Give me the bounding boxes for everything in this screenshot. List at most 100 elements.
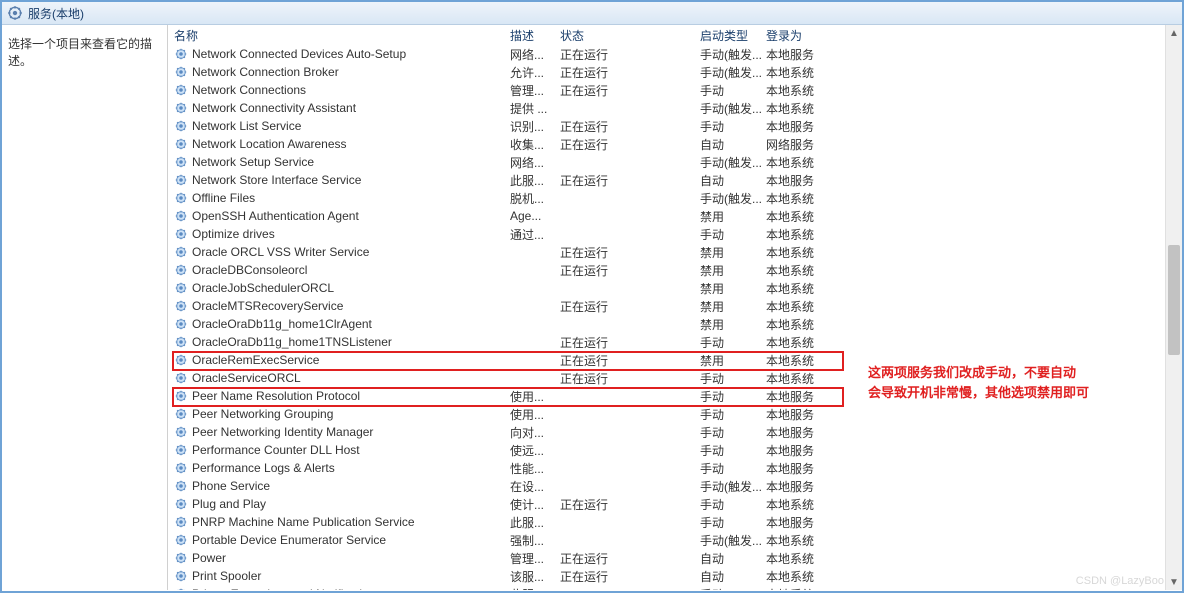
service-status: 正在运行 <box>560 568 700 585</box>
service-desc: 此服... <box>510 586 560 591</box>
service-logon: 本地系统 <box>766 298 846 315</box>
service-startup: 自动 <box>700 568 766 585</box>
service-row[interactable]: OpenSSH Authentication AgentAge...禁用本地系统 <box>168 207 1166 225</box>
service-row[interactable]: Phone Service在设...手动(触发...本地服务 <box>168 477 1166 495</box>
col-status[interactable]: 状态 <box>560 27 700 44</box>
service-desc: 提供 ... <box>510 100 560 117</box>
gear-icon <box>174 227 188 241</box>
service-desc: 通过... <box>510 226 560 243</box>
col-description[interactable]: 描述 <box>510 27 560 44</box>
scroll-up-icon[interactable]: ▲ <box>1166 25 1182 41</box>
service-name: Network Connectivity Assistant <box>192 101 510 115</box>
scroll-down-icon[interactable]: ▼ <box>1166 574 1182 590</box>
service-row[interactable]: Print Spooler该服...正在运行自动本地系统 <box>168 567 1166 585</box>
service-startup: 手动 <box>700 82 766 99</box>
service-startup: 禁用 <box>700 280 766 297</box>
service-row[interactable]: Network Connectivity Assistant提供 ...手动(触… <box>168 99 1166 117</box>
gear-icon <box>174 587 188 590</box>
service-row[interactable]: Optimize drives通过...手动本地系统 <box>168 225 1166 243</box>
service-status: 正在运行 <box>560 118 700 135</box>
service-row[interactable]: Network Setup Service网络...手动(触发...本地系统 <box>168 153 1166 171</box>
service-status: 正在运行 <box>560 172 700 189</box>
service-logon: 本地系统 <box>766 370 846 387</box>
service-desc: 识别... <box>510 118 560 135</box>
gear-icon <box>174 389 188 403</box>
service-startup: 自动 <box>700 550 766 567</box>
service-row[interactable]: Network Connections管理...正在运行手动本地系统 <box>168 81 1166 99</box>
service-row[interactable]: OracleMTSRecoveryService正在运行禁用本地系统 <box>168 297 1166 315</box>
service-row[interactable]: Offline Files脱机...手动(触发...本地系统 <box>168 189 1166 207</box>
service-logon: 本地系统 <box>766 190 846 207</box>
service-logon: 本地系统 <box>766 154 846 171</box>
service-startup: 禁用 <box>700 244 766 261</box>
service-name: OracleJobSchedulerORCL <box>192 281 510 295</box>
service-desc: 使用... <box>510 406 560 423</box>
service-status: 正在运行 <box>560 370 700 387</box>
service-desc: Age... <box>510 209 560 223</box>
service-row[interactable]: OracleJobSchedulerORCL禁用本地系统 <box>168 279 1166 297</box>
gear-icon <box>174 551 188 565</box>
gear-icon <box>174 173 188 187</box>
service-row[interactable]: Power管理...正在运行自动本地系统 <box>168 549 1166 567</box>
service-row[interactable]: Portable Device Enumerator Service强制...手… <box>168 531 1166 549</box>
service-row[interactable]: Peer Networking Grouping使用...手动本地服务 <box>168 405 1166 423</box>
service-status: 正在运行 <box>560 82 700 99</box>
service-row[interactable]: Network List Service识别...正在运行手动本地服务 <box>168 117 1166 135</box>
service-desc: 允许... <box>510 64 560 81</box>
service-row[interactable]: OracleDBConsoleorcl正在运行禁用本地系统 <box>168 261 1166 279</box>
service-logon: 本地系统 <box>766 586 846 591</box>
gear-icon <box>174 515 188 529</box>
gear-icon <box>174 101 188 115</box>
services-icon <box>8 6 22 20</box>
service-row[interactable]: OracleOraDb11g_home1TNSListener正在运行手动本地系… <box>168 333 1166 351</box>
service-row[interactable]: Network Store Interface Service此服...正在运行… <box>168 171 1166 189</box>
service-logon: 本地服务 <box>766 514 846 531</box>
service-name: Power <box>192 551 510 565</box>
gear-icon <box>174 371 188 385</box>
scroll-thumb[interactable] <box>1168 245 1180 355</box>
service-startup: 手动 <box>700 388 766 405</box>
service-row[interactable]: Performance Logs & Alerts性能...手动本地服务 <box>168 459 1166 477</box>
service-row[interactable]: Network Location Awareness收集...正在运行自动网络服… <box>168 135 1166 153</box>
service-status: 正在运行 <box>560 46 700 63</box>
column-headers[interactable]: 名称 描述 状态 启动类型 登录为 <box>168 25 1182 46</box>
service-row[interactable]: Oracle ORCL VSS Writer Service正在运行禁用本地系统 <box>168 243 1166 261</box>
service-desc: 使用... <box>510 388 560 405</box>
service-logon: 本地系统 <box>766 316 846 333</box>
service-row[interactable]: Plug and Play使计...正在运行手动本地系统 <box>168 495 1166 513</box>
service-desc: 在设... <box>510 478 560 495</box>
annotation-text: 这两项服务我们改成手动，不要自动 会导致开机非常慢，其他选项禁用即可 <box>868 363 1089 402</box>
service-name: Peer Networking Grouping <box>192 407 510 421</box>
service-row[interactable]: Network Connection Broker允许...正在运行手动(触发.… <box>168 63 1166 81</box>
service-startup: 手动 <box>700 442 766 459</box>
service-logon: 本地系统 <box>766 64 846 81</box>
service-status: 正在运行 <box>560 334 700 351</box>
service-name: OracleDBConsoleorcl <box>192 263 510 277</box>
service-row[interactable]: Network Connected Devices Auto-Setup网络..… <box>168 45 1166 63</box>
service-startup: 手动(触发... <box>700 478 766 495</box>
service-logon: 本地服务 <box>766 478 846 495</box>
service-startup: 手动 <box>700 586 766 591</box>
service-logon: 网络服务 <box>766 136 846 153</box>
service-row[interactable]: Printer Extensions and Notifications此服..… <box>168 585 1166 590</box>
service-logon: 本地服务 <box>766 460 846 477</box>
service-startup: 手动 <box>700 424 766 441</box>
vertical-scrollbar[interactable]: ▲ ▼ <box>1165 25 1182 590</box>
service-row[interactable]: Performance Counter DLL Host使远...手动本地服务 <box>168 441 1166 459</box>
service-list[interactable]: Network Connected Devices Auto-Setup网络..… <box>168 45 1166 590</box>
service-row[interactable]: Peer Networking Identity Manager向对...手动本… <box>168 423 1166 441</box>
service-startup: 手动(触发... <box>700 154 766 171</box>
service-logon: 本地系统 <box>766 532 846 549</box>
service-name: Oracle ORCL VSS Writer Service <box>192 245 510 259</box>
col-startup[interactable]: 启动类型 <box>700 27 766 44</box>
service-status: 正在运行 <box>560 244 700 261</box>
col-logon[interactable]: 登录为 <box>766 27 846 44</box>
service-name: Network Store Interface Service <box>192 173 510 187</box>
service-name: Performance Logs & Alerts <box>192 461 510 475</box>
service-startup: 禁用 <box>700 298 766 315</box>
col-name[interactable]: 名称 <box>174 27 510 44</box>
service-status: 正在运行 <box>560 352 700 369</box>
gear-icon <box>174 263 188 277</box>
service-row[interactable]: OracleOraDb11g_home1ClrAgent禁用本地系统 <box>168 315 1166 333</box>
service-row[interactable]: PNRP Machine Name Publication Service此服.… <box>168 513 1166 531</box>
